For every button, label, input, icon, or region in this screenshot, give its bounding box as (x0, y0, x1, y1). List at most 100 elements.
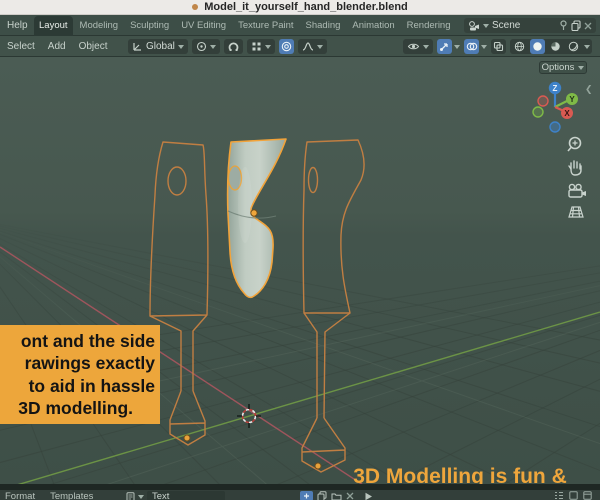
gizmo-neg-x-ball[interactable] (537, 95, 549, 107)
annotation-box-left: ont and the side rawings exactly to aid … (0, 325, 160, 424)
pivot-point-dropdown[interactable] (191, 39, 220, 54)
menu-format[interactable]: Format (5, 491, 35, 500)
copy-text-icon[interactable] (317, 491, 327, 500)
tab-shading[interactable]: Shading (301, 16, 346, 36)
viewport-3d[interactable]: ont and the side rawings exactly to aid … (0, 57, 600, 484)
chevron-down-icon[interactable] (454, 44, 460, 49)
camera-view-button[interactable] (568, 183, 586, 198)
origin-dot (183, 434, 191, 442)
tab-sculpting[interactable]: Sculpting (125, 16, 174, 36)
blender-solid-model[interactable] (226, 138, 287, 299)
gizmo-neg-y-ball[interactable] (532, 106, 544, 118)
snap-toggle[interactable] (223, 39, 243, 54)
new-scene-copy-icon[interactable] (571, 20, 581, 31)
run-script-play-icon[interactable] (364, 492, 373, 500)
new-text-button[interactable] (300, 491, 313, 500)
open-folder-icon[interactable] (331, 492, 342, 500)
menu-add[interactable]: Add (48, 41, 66, 52)
gizmo-z-label: Z (553, 84, 558, 93)
annotation-line: 3D Modelling is fun & (353, 465, 567, 484)
sidebar-toggle-chevron-icon[interactable]: ❮ (585, 84, 593, 95)
gizmo-arrow-icon (440, 43, 448, 51)
annotation-line: rawings exactly (24, 353, 155, 373)
chevron-down-icon (177, 44, 184, 49)
tab-texture-paint[interactable]: Texture Paint (233, 16, 298, 36)
chevron-down-icon (316, 44, 323, 49)
overlays-circles-icon (466, 42, 477, 51)
text-editor-buttons (300, 491, 373, 500)
annotation-line: ont and the side (20, 330, 155, 351)
wireframe-sphere-icon (514, 41, 525, 52)
pivot-icon (196, 41, 206, 52)
shading-dropdown-chevron-icon[interactable] (584, 44, 590, 49)
viewport-menus: Select Add Object (7, 36, 108, 57)
transform-orientation-dropdown[interactable]: Global (128, 39, 188, 54)
tab-rendering[interactable]: Rendering (402, 16, 456, 36)
pan-hand-icon[interactable] (568, 160, 582, 176)
unlink-scene-x-icon[interactable] (584, 22, 592, 30)
transform-tools: Global (128, 36, 327, 57)
show-overlays-toggle[interactable] (464, 39, 479, 54)
scene-name[interactable]: Scene (492, 20, 556, 31)
blender-side-wireframe[interactable] (301, 139, 365, 473)
text-datablock-selector[interactable]: Text (126, 491, 225, 500)
chevron-down-icon (138, 494, 144, 499)
scene-icon (469, 21, 479, 31)
menu-object[interactable]: Object (79, 41, 108, 52)
navigation-gizmo[interactable]: Z Y X (525, 78, 585, 138)
snap-grid-dots-icon (252, 42, 261, 51)
titlebar: Model_it_yourself_hand_blender.blend (0, 0, 600, 15)
orientation-value: Global (146, 41, 175, 52)
chevron-down-icon[interactable] (481, 44, 487, 49)
editor-type-icon[interactable] (569, 491, 578, 500)
origin-dot (250, 209, 258, 217)
window-title: Model_it_yourself_hand_blender.blend (204, 1, 408, 13)
menu-templates[interactable]: Templates (50, 491, 93, 500)
scene-selector[interactable]: Scene (464, 18, 596, 33)
chevron-down-icon (578, 65, 585, 70)
topbar: Help Layout Modeling Sculpting UV Editin… (0, 15, 600, 36)
shading-solid-button[interactable] (530, 39, 545, 54)
unlink-text-x-icon[interactable] (346, 492, 354, 500)
rendered-sphere-icon (568, 41, 579, 52)
falloff-curve-icon (302, 42, 314, 51)
tab-animation[interactable]: Animation (347, 16, 399, 36)
editor-corner-icons (554, 491, 592, 500)
chevron-down-icon (209, 44, 216, 49)
shading-rendered-button[interactable] (566, 39, 581, 54)
annotation-text-right: 3D Modelling is fun & enjoyable activity (332, 463, 588, 484)
gizmo-x-label: X (564, 109, 570, 118)
menu-help[interactable]: Help (7, 20, 28, 31)
material-sphere-icon (551, 42, 560, 51)
tab-modeling[interactable]: Modeling (75, 16, 124, 36)
shading-material-button[interactable] (548, 39, 563, 54)
show-gizmos-toggle[interactable] (437, 39, 452, 54)
line-numbers-icon[interactable] (554, 491, 564, 500)
snap-settings-dropdown[interactable] (246, 39, 275, 54)
visibility-dropdown[interactable] (403, 39, 433, 54)
options-label: Options (541, 62, 575, 73)
annotation-line: 3D modelling. (18, 398, 133, 418)
proportional-editing-toggle[interactable] (278, 39, 294, 54)
gizmo-neg-z-ball[interactable] (549, 121, 561, 133)
tab-layout[interactable]: Layout (34, 16, 73, 36)
editor-menu-icon[interactable] (583, 491, 592, 500)
falloff-dropdown[interactable] (297, 39, 327, 54)
options-button[interactable]: Options (539, 61, 587, 74)
annotation-line: to aid in hassle (28, 375, 155, 396)
menu-select[interactable]: Select (7, 41, 35, 52)
tab-uv-editing[interactable]: UV Editing (176, 16, 231, 36)
orthographic-toggle-button[interactable] (568, 206, 584, 218)
scene-browse-chevron-icon[interactable] (483, 23, 489, 28)
xray-toggle[interactable] (491, 39, 506, 54)
pin-icon[interactable] (559, 20, 568, 31)
chevron-down-icon (423, 44, 429, 49)
gizmos-group (437, 39, 460, 54)
zoom-tool-button[interactable] (567, 136, 582, 152)
shading-mode-group (510, 39, 592, 54)
shading-wireframe-button[interactable] (512, 39, 527, 54)
magnet-icon (228, 42, 239, 51)
eye-icon (407, 43, 420, 50)
text-datablock-name[interactable]: Text (147, 491, 225, 500)
tab-compositing[interactable]: Compositing (458, 16, 461, 36)
